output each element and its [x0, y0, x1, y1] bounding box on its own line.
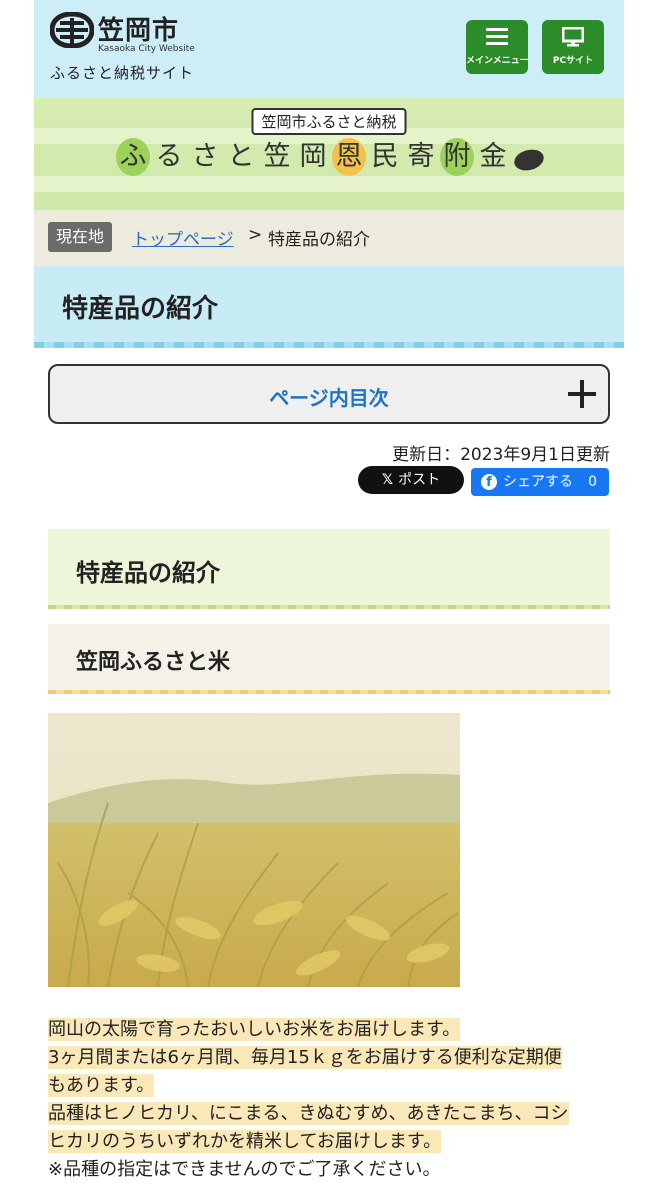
description-text: 品種はヒノヒカリ、にこまる、きぬむすめ、あきたこまち、コシ [48, 1102, 569, 1125]
description-line: もあります。 [48, 1072, 614, 1100]
furusato-banner[interactable]: 笠岡市ふるさと納税 ふ る さ と 笠 岡 恩 民 寄 附 金 [34, 98, 624, 210]
description-text: 岡山の太陽で育ったおいしいお米をお届けします。 [48, 1018, 461, 1041]
breadcrumb-current: 特産品の紹介 [268, 230, 370, 250]
logo-subtitle: Kasaoka City Website [98, 44, 195, 54]
banner-tag: 笠岡市ふるさと納税 [251, 108, 407, 135]
logo-city-name: 笠岡市 [98, 16, 180, 46]
banner-char: ふ [116, 138, 150, 176]
banner-char: 岡 [299, 141, 327, 172]
description-line: ヒカリのうちいずれかを精米してお届けします。 [48, 1128, 614, 1156]
section-heading-text: 特産品の紹介 [76, 559, 220, 587]
pc-site-label: PCサイト [552, 56, 594, 66]
main-menu-button[interactable]: メインメニュー [466, 20, 529, 74]
banner-char: る [155, 141, 183, 172]
banner-char: 附 [440, 138, 474, 176]
facebook-share-label: シェアする [503, 474, 573, 490]
page-title-band: 特産品の紹介 [34, 266, 624, 348]
updated-date: 更新日：2023年9月1日更新 [392, 445, 610, 465]
monitor-icon [562, 27, 584, 47]
description-note: ※品種の指定はできませんのでご了承ください。 [48, 1159, 441, 1180]
x-post-button[interactable]: 𝕏 ポスト [358, 466, 464, 494]
product-description: 岡山の太陽で育ったおいしいお米をお届けします。 3ヶ月間または6ヶ月間、毎月15… [48, 1016, 614, 1184]
section-heading: 特産品の紹介 [48, 529, 610, 609]
toc-label: ページ内目次 [269, 386, 389, 410]
facebook-icon: f [481, 474, 497, 490]
banner-char: 笠 [263, 141, 291, 172]
site-header: 笠岡市 Kasaoka City Website ふるさと納税サイト メインメニ… [34, 0, 624, 98]
pc-site-button[interactable]: PCサイト [542, 20, 604, 74]
x-logo-icon: 𝕏 [381, 472, 399, 488]
page-title: 特産品の紹介 [62, 294, 219, 324]
hamburger-icon [486, 28, 508, 45]
x-post-label: ポスト [398, 472, 441, 488]
breadcrumb-separator: > [248, 225, 263, 245]
banner-char: と [227, 141, 255, 172]
description-text: 3ヶ月間または6ヶ月間、毎月15ｋｇをお届けする便利な定期便 [48, 1046, 562, 1069]
banner-char: 金 [479, 141, 507, 172]
banner-decoration-icon [511, 146, 547, 174]
subsection-heading-text: 笠岡ふるさと米 [76, 650, 231, 675]
subsection-heading: 笠岡ふるさと米 [48, 624, 610, 694]
banner-char: 民 [371, 141, 399, 172]
facebook-share-button[interactable]: f シェアする 0 [471, 468, 609, 496]
banner-char: 寄 [407, 141, 435, 172]
description-line: 3ヶ月間または6ヶ月間、毎月15ｋｇをお届けする便利な定期便 [48, 1044, 614, 1072]
breadcrumb-badge: 現在地 [48, 222, 113, 252]
description-text: もあります。 [48, 1074, 155, 1097]
main-menu-label: メインメニュー [466, 56, 529, 66]
facebook-share-count: 0 [588, 474, 597, 490]
rice-field-photo [48, 713, 460, 987]
plus-icon [568, 380, 596, 408]
banner-char: 恩 [332, 138, 366, 176]
breadcrumb: 現在地 トップページ > 特産品の紹介 [34, 210, 624, 266]
banner-char: さ [191, 141, 219, 172]
description-text: ヒカリのうちいずれかを精米してお届けします。 [48, 1130, 442, 1153]
banner-title: ふ る さ と 笠 岡 恩 民 寄 附 金 [116, 138, 510, 176]
description-line: 品種はヒノヒカリ、にこまる、きぬむすめ、あきたこまち、コシ [48, 1100, 614, 1128]
breadcrumb-home-link[interactable]: トップページ [132, 225, 234, 250]
site-name: ふるさと納税サイト [50, 64, 195, 82]
banner-stripe [34, 176, 624, 192]
city-emblem-icon [50, 12, 94, 48]
description-line: 岡山の太陽で育ったおいしいお米をお届けします。 [48, 1016, 614, 1044]
page: 笠岡市 Kasaoka City Website ふるさと納税サイト メインメニ… [34, 0, 624, 1200]
toc-toggle[interactable]: ページ内目次 [48, 364, 610, 424]
